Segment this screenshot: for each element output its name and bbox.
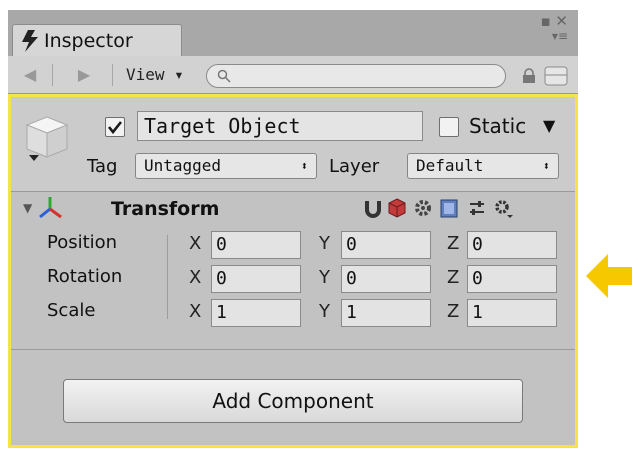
tab-inspector[interactable]: Inspector [12,24,182,56]
window-controls[interactable]: ▪ ✕ ▾≡ [528,14,568,50]
position-z-field[interactable]: 0 [467,231,557,259]
dropdown-arrows-icon: ⬍ [542,159,550,173]
game-object-header: Target Object Static ▼ Tag Untagged ⬍ La… [11,97,575,192]
rotation-y-field[interactable]: 0 [341,265,431,293]
toolbar-divider [52,64,53,86]
tab-bar: Inspector ▪ ✕ ▾≡ [8,10,578,56]
axis-y-label: Y [319,233,330,254]
search-icon [217,69,231,83]
cog-icon[interactable] [493,197,513,219]
gear-icon[interactable] [413,197,433,219]
axis-z-label: Z [447,301,460,322]
axis-y-label: Y [319,301,330,322]
object-name-field[interactable]: Target Object [137,111,423,141]
axis-x-label: X [189,267,202,288]
toolbar-divider [112,64,113,86]
magnet-icon[interactable] [363,197,383,219]
cube-tool-icon[interactable] [387,197,407,219]
transform-fields: Position X 0 Y 0 Z 0 Rotation X 0 Y 0 Z … [11,227,575,337]
scale-x-field[interactable]: 1 [211,299,301,327]
help-icon[interactable] [439,197,459,219]
static-dropdown-arrow[interactable]: ▼ [543,113,555,139]
layer-dropdown[interactable]: Default ⬍ [407,153,559,179]
axis-y-label: Y [319,267,330,288]
menu-icon[interactable]: ▾≡ [552,29,568,43]
arrow-left-icon [586,254,632,298]
settings-slider-icon[interactable] [467,197,487,219]
close-icon[interactable]: ✕ [555,12,568,30]
component-divider [11,349,575,350]
tab-label: Inspector [44,29,133,52]
active-checkbox[interactable] [105,117,125,137]
label-divider [167,235,168,319]
scale-label: Scale [47,300,96,321]
forward-button[interactable]: ▶ [72,64,96,86]
scale-z-field[interactable]: 1 [467,299,557,327]
transform-header[interactable]: ▼ Transform [11,193,575,225]
inspector-content-highlighted: Target Object Static ▼ Tag Untagged ⬍ La… [8,94,578,448]
axis-x-label: X [189,301,202,322]
layer-label: Layer [329,156,380,177]
lock-icon[interactable] [522,68,536,84]
axis-x-label: X [189,233,202,254]
rotation-label: Rotation [47,266,123,287]
bolt-icon [22,29,38,52]
dropdown-arrows-icon: ⬍ [300,159,308,173]
back-button[interactable]: ◀ [18,64,42,86]
static-checkbox[interactable] [439,117,459,137]
transform-title: Transform [111,198,220,220]
axis-z-label: Z [447,267,460,288]
position-label: Position [47,232,118,253]
checkmark-icon [107,121,123,135]
layer-value: Default [416,156,484,175]
add-component-button[interactable]: Add Component [63,379,523,423]
scale-y-field[interactable]: 1 [341,299,431,327]
axis-z-label: Z [447,233,460,254]
transform-axes-icon [39,197,62,219]
tag-value: Untagged [144,156,222,175]
view-dropdown[interactable]: View ▾ [126,64,184,86]
rotation-x-field[interactable]: 0 [211,265,301,293]
rotation-z-field[interactable]: 0 [467,265,557,293]
static-label: Static [469,114,527,138]
layout-icon[interactable] [544,66,568,86]
toolbar: ◀ ▶ View ▾ [8,56,578,94]
position-y-field[interactable]: 0 [341,231,431,259]
cube-icon [25,116,69,161]
inspector-window: Inspector ▪ ✕ ▾≡ ◀ ▶ View ▾ Target Objec… [8,10,578,448]
maximize-icon[interactable]: ▪ [540,12,550,30]
position-x-field[interactable]: 0 [211,231,301,259]
tag-dropdown[interactable]: Untagged ⬍ [135,153,317,179]
search-input[interactable] [206,64,506,88]
foldout-arrow-icon[interactable]: ▼ [23,201,32,215]
tag-label: Tag [87,156,118,177]
